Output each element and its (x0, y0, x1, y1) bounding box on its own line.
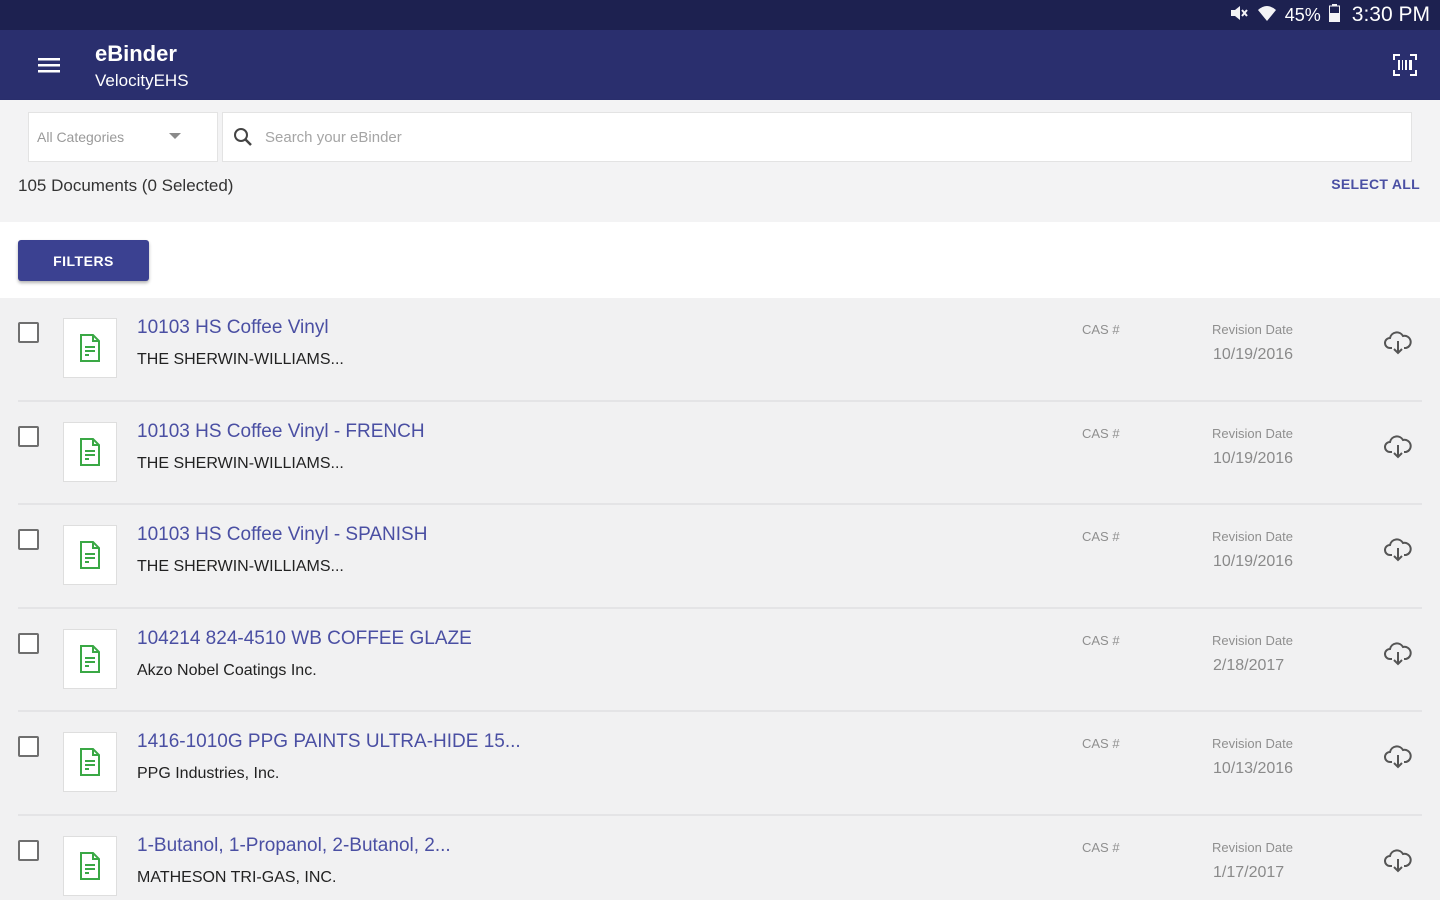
revision-date-label: Revision Date (1212, 839, 1293, 855)
document-row[interactable]: 1416-1010G PPG PAINTS ULTRA-HIDE 15... P… (0, 712, 1440, 816)
cloud-download-icon (1384, 331, 1412, 355)
document-manufacturer: PPG Industries, Inc. (137, 765, 280, 783)
menu-button[interactable] (30, 48, 68, 82)
battery-percentage: 45% (1284, 4, 1321, 25)
revision-date: 10/19/2016 (1213, 553, 1294, 571)
document-title[interactable]: 10103 HS Coffee Vinyl - SPANISH (137, 524, 427, 546)
document-title[interactable]: 10103 HS Coffee Vinyl - FRENCH (137, 421, 425, 443)
search-panel: All Categories 105 Documents (0 Selected… (0, 100, 1440, 222)
cloud-download-icon (1384, 642, 1412, 666)
document-row[interactable]: 1-Butanol, 1-Propanol, 2-Butanol, 2... M… (0, 816, 1440, 900)
revision-date-label: Revision Date (1212, 529, 1293, 545)
revision-date: 10/19/2016 (1213, 449, 1294, 467)
document-checkbox[interactable] (18, 839, 39, 861)
document-row[interactable]: 104214 824-4510 WB COFFEE GLAZE Akzo Nob… (0, 609, 1440, 713)
document-row[interactable]: 10103 HS Coffee Vinyl THE SHERWIN-WILLIA… (0, 298, 1440, 402)
document-manufacturer: Akzo Nobel Coatings Inc. (137, 661, 317, 679)
revision-date-label: Revision Date (1212, 736, 1293, 752)
cloud-download-icon (1384, 538, 1412, 562)
revision-date: 10/13/2016 (1213, 760, 1294, 778)
revision-date: 10/19/2016 (1213, 346, 1294, 363)
document-manufacturer: THE SHERWIN-WILLIAMS... (137, 558, 344, 576)
cas-label: CAS # (1082, 839, 1120, 855)
document-row[interactable]: 10103 HS Coffee Vinyl - FRENCH THE SHERW… (0, 402, 1440, 506)
cas-label: CAS # (1082, 736, 1120, 752)
scan-button[interactable] (1390, 50, 1420, 80)
document-checkbox[interactable] (18, 322, 39, 343)
document-checkbox[interactable] (18, 736, 39, 758)
document-title[interactable]: 104214 824-4510 WB COFFEE GLAZE (137, 628, 472, 650)
document-title[interactable]: 10103 HS Coffee Vinyl (137, 317, 329, 339)
download-button[interactable] (1383, 328, 1413, 358)
document-manufacturer: MATHESON TRI-GAS, INC. (137, 868, 337, 886)
download-button[interactable] (1383, 742, 1413, 772)
battery-icon (1328, 3, 1340, 27)
document-manufacturer: THE SHERWIN-WILLIAMS... (137, 351, 344, 368)
search-icon (223, 127, 263, 147)
document-thumbnail (63, 421, 117, 482)
cas-label: CAS # (1082, 632, 1120, 648)
app-subtitle: VelocityEHS (95, 71, 189, 90)
document-thumbnail (63, 318, 117, 378)
revision-date: 1/17/2017 (1213, 863, 1285, 881)
download-button[interactable] (1383, 846, 1413, 876)
filter-bar: FILTERS (0, 222, 1440, 298)
document-manufacturer: THE SHERWIN-WILLIAMS... (137, 454, 344, 472)
status-bar: 45% 3:30 PM (0, 0, 1440, 30)
dropdown-arrow-icon (169, 133, 181, 139)
document-thumbnail (63, 525, 117, 586)
barcode-scan-icon (1393, 54, 1417, 76)
document-thumbnail (63, 628, 117, 689)
document-checkbox[interactable] (18, 632, 39, 654)
revision-date-label: Revision Date (1212, 322, 1293, 337)
document-file-icon (80, 541, 100, 570)
document-file-icon (80, 748, 100, 777)
document-title[interactable]: 1-Butanol, 1-Propanol, 2-Butanol, 2... (137, 835, 451, 857)
select-all-button[interactable]: SELECT ALL (1331, 176, 1420, 192)
wifi-icon (1257, 4, 1277, 27)
document-count: 105 Documents (0 Selected) (18, 176, 234, 195)
search-input[interactable] (263, 127, 1367, 147)
download-button[interactable] (1383, 535, 1413, 565)
mute-icon (1229, 4, 1249, 27)
document-checkbox[interactable] (18, 425, 39, 447)
cloud-download-icon (1384, 849, 1412, 873)
filters-button[interactable]: FILTERS (18, 240, 149, 281)
search-box[interactable] (222, 112, 1412, 162)
download-button[interactable] (1383, 432, 1413, 462)
category-dropdown[interactable]: All Categories (28, 112, 218, 162)
cas-label: CAS # (1082, 322, 1120, 337)
cloud-download-icon (1384, 435, 1412, 459)
document-file-icon (80, 334, 100, 362)
hamburger-menu-icon (38, 58, 60, 73)
download-button[interactable] (1383, 639, 1413, 669)
document-file-icon (80, 644, 100, 673)
revision-date-label: Revision Date (1212, 632, 1293, 648)
cloud-download-icon (1384, 745, 1412, 769)
cas-label: CAS # (1082, 425, 1120, 441)
document-list: 10103 HS Coffee Vinyl THE SHERWIN-WILLIA… (0, 298, 1440, 900)
clock: 3:30 PM (1351, 3, 1430, 26)
cas-label: CAS # (1082, 529, 1120, 545)
revision-date: 2/18/2017 (1213, 656, 1285, 674)
document-file-icon (80, 851, 100, 880)
document-file-icon (80, 437, 100, 466)
document-checkbox[interactable] (18, 529, 39, 551)
document-thumbnail (63, 732, 117, 793)
document-title[interactable]: 1416-1010G PPG PAINTS ULTRA-HIDE 15... (137, 731, 521, 753)
document-row[interactable]: 10103 HS Coffee Vinyl - SPANISH THE SHER… (0, 505, 1440, 609)
app-bar: eBinder VelocityEHS (0, 30, 1440, 100)
revision-date-label: Revision Date (1212, 425, 1293, 441)
app-title: eBinder (95, 41, 177, 66)
category-dropdown-value: All Categories (37, 129, 125, 145)
document-thumbnail (63, 835, 117, 896)
